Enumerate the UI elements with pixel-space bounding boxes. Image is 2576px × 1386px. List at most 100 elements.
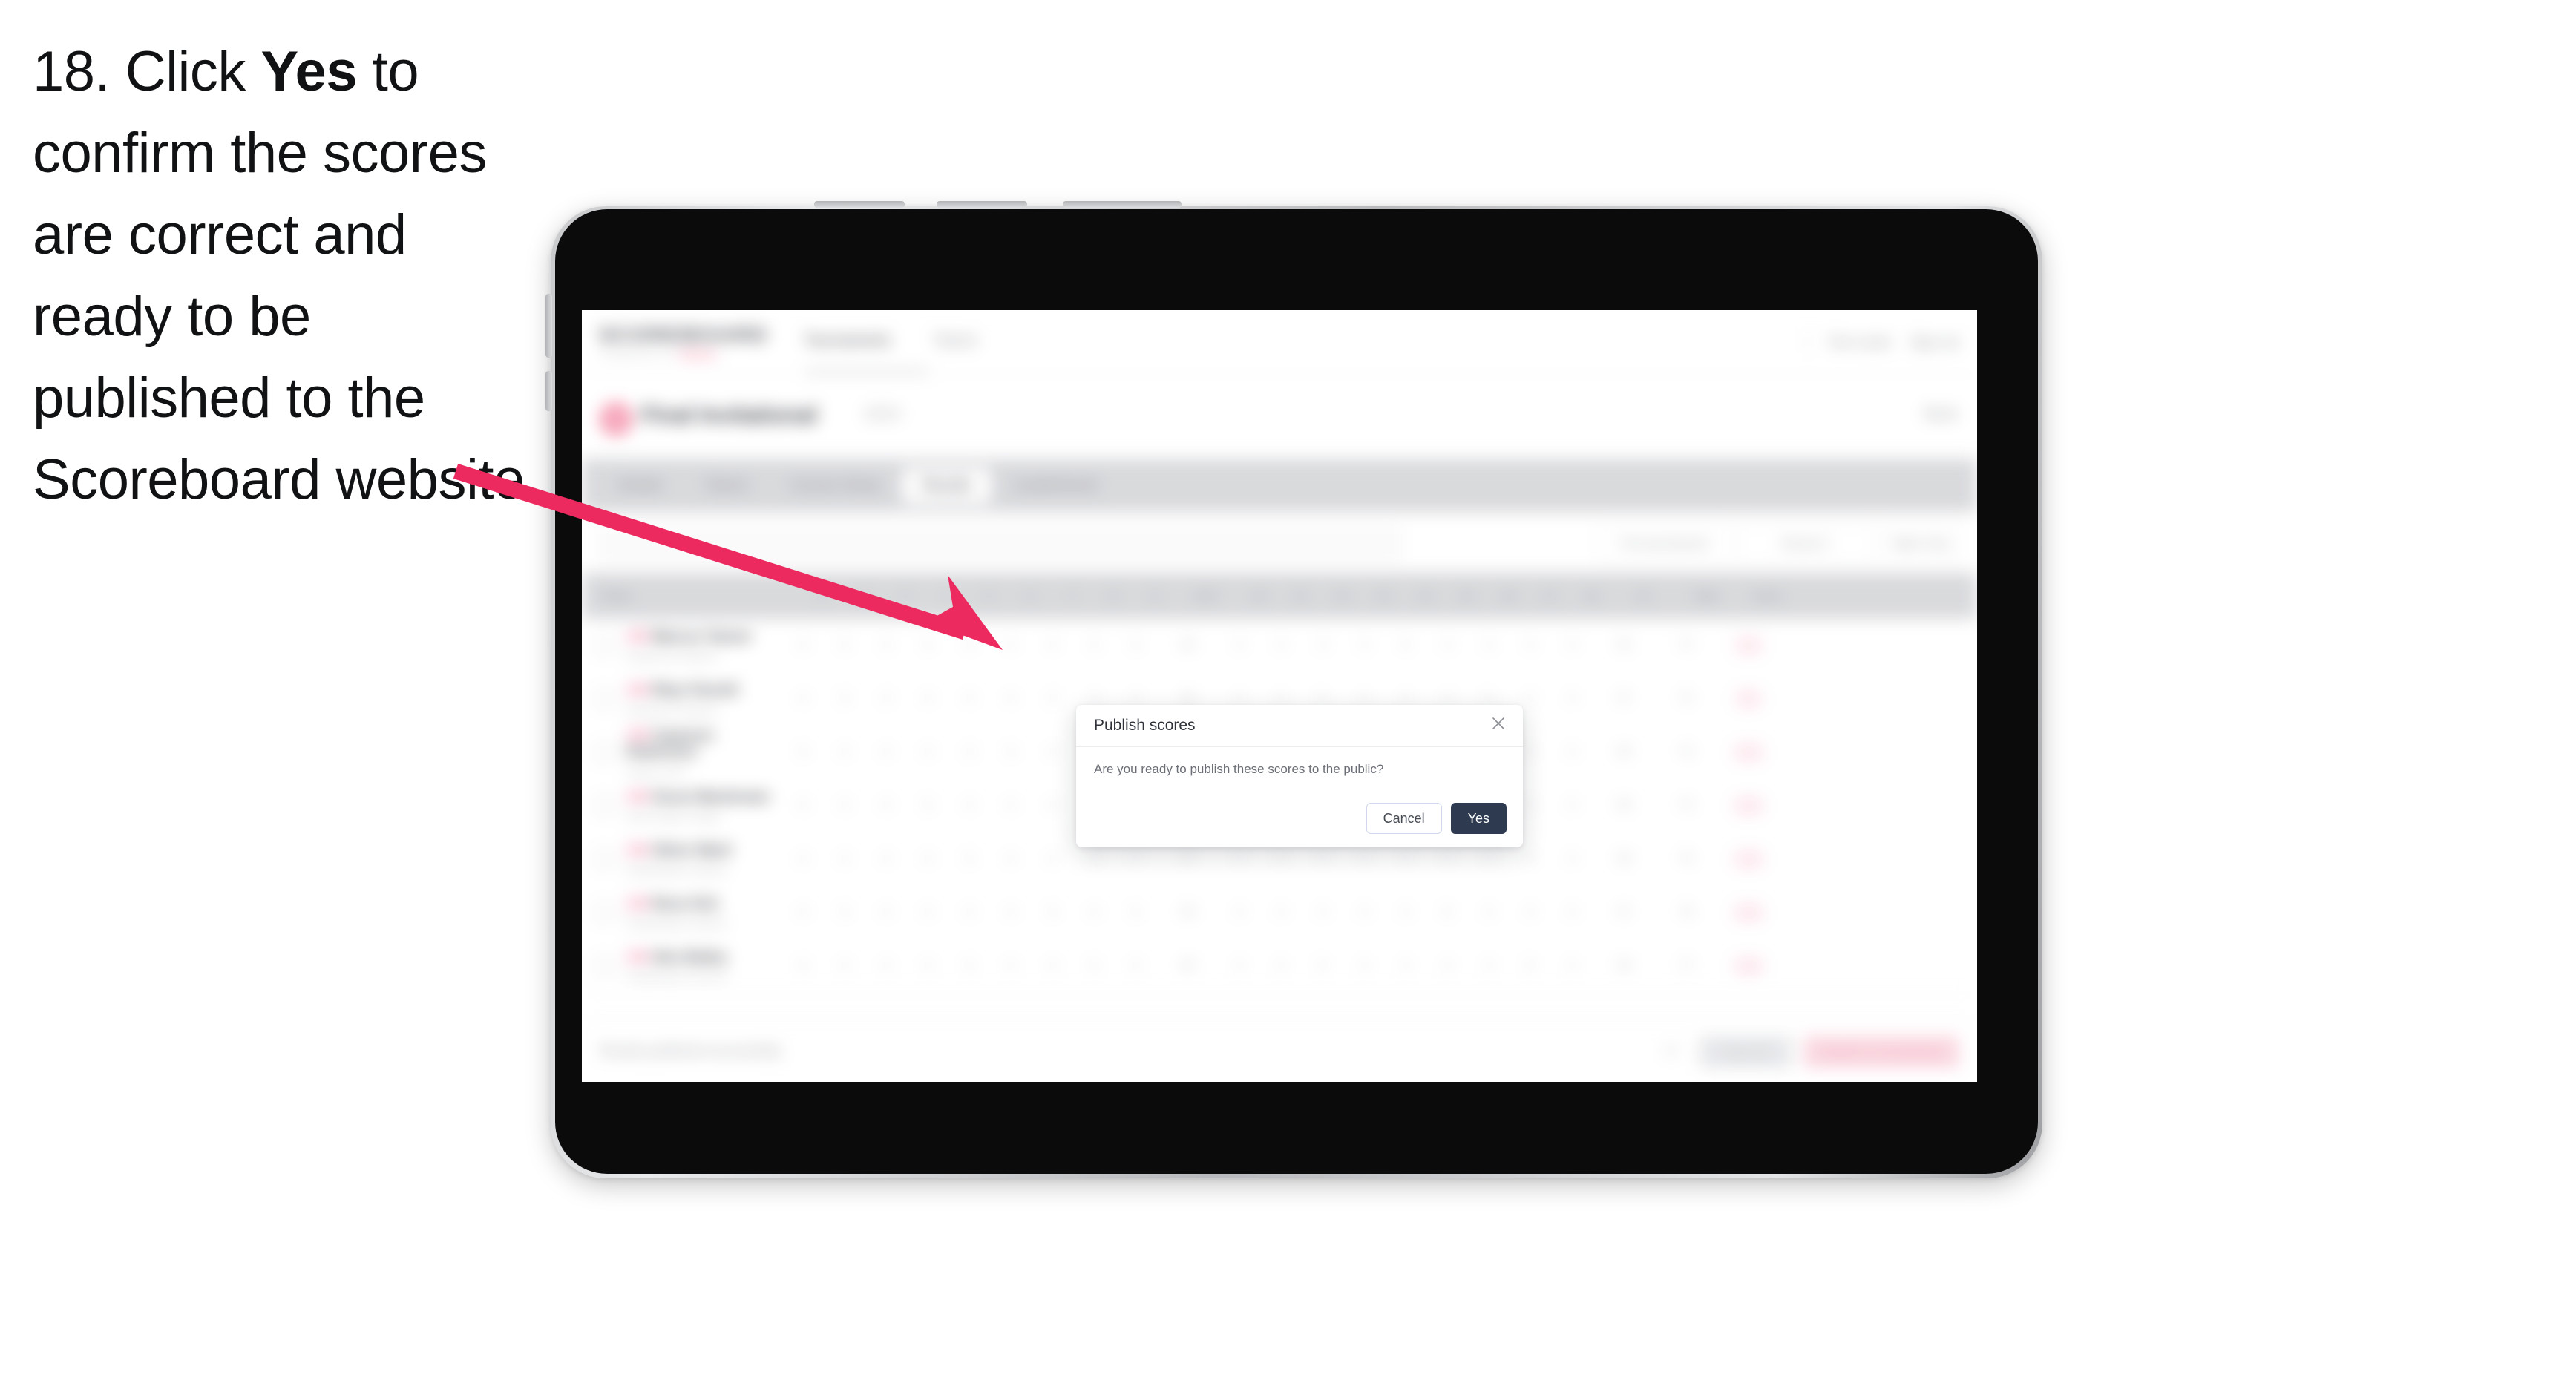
row-checkbox[interactable] bbox=[582, 903, 626, 922]
row-cell[interactable]: 4 bbox=[1343, 853, 1385, 866]
nav-item-tournaments[interactable]: Tournaments bbox=[804, 332, 891, 349]
row-cell[interactable]: 4 bbox=[1468, 959, 1510, 973]
row-cell[interactable]: 4 bbox=[1385, 906, 1426, 919]
sign-out-link[interactable]: Sign out bbox=[1910, 335, 1959, 350]
row-cell[interactable]: 4 bbox=[1551, 746, 1593, 759]
row-cell[interactable]: 4 bbox=[782, 853, 824, 866]
row-cell[interactable]: 5 bbox=[782, 959, 824, 973]
table-row[interactable]: AM Alex Bailey Kingsbridge Academy 54445… bbox=[582, 939, 1977, 993]
row-cell[interactable]: 5 bbox=[948, 959, 990, 973]
row-cell[interactable]: 4 bbox=[1385, 959, 1426, 973]
row-cell[interactable]: 4 bbox=[948, 639, 990, 652]
tab-teams[interactable]: Teams bbox=[685, 468, 767, 503]
row-cell[interactable]: 4 bbox=[824, 959, 865, 973]
row-cell[interactable]: 4 bbox=[1551, 639, 1593, 652]
row-cell[interactable]: 4 bbox=[1426, 639, 1468, 652]
row-cell[interactable]: 5 bbox=[907, 799, 948, 812]
row-cell[interactable]: 4 bbox=[990, 959, 1032, 973]
row-cell[interactable]: 4 bbox=[1032, 799, 1073, 812]
row-cell[interactable]: 4 bbox=[1343, 692, 1385, 706]
row-cell[interactable]: 4 bbox=[1260, 906, 1302, 919]
row-cell[interactable]: 4 bbox=[865, 746, 907, 759]
row-cell[interactable]: 3 bbox=[1073, 639, 1115, 652]
row-checkbox[interactable] bbox=[582, 796, 626, 815]
row-cell[interactable]: 4 bbox=[907, 692, 948, 706]
row-cell[interactable]: 4 bbox=[1302, 639, 1343, 652]
row-cell[interactable]: 4 bbox=[907, 746, 948, 759]
row-cell[interactable]: 4 bbox=[1468, 853, 1510, 866]
row-cell[interactable]: 5 bbox=[990, 746, 1032, 759]
row-cell[interactable]: 3 bbox=[1426, 692, 1468, 706]
row-cell[interactable]: 4 bbox=[1551, 692, 1593, 706]
confirm-yes-button[interactable]: Yes bbox=[1450, 803, 1507, 834]
row-checkbox[interactable] bbox=[582, 850, 626, 869]
search-input[interactable] bbox=[598, 527, 1401, 561]
tab-details[interactable]: Details bbox=[598, 468, 682, 503]
row-cell[interactable]: 4 bbox=[824, 799, 865, 812]
row-cell[interactable]: 5 bbox=[907, 639, 948, 652]
row-cell[interactable]: 5 bbox=[1385, 639, 1426, 652]
account-name[interactable]: Tom Lewis bbox=[1828, 335, 1891, 350]
cancel-button[interactable]: Cancel bbox=[1366, 803, 1442, 834]
row-cell[interactable]: 4 bbox=[1219, 853, 1260, 866]
row-cell[interactable]: 4 bbox=[1032, 639, 1073, 652]
row-cell[interactable]: 5 bbox=[1260, 853, 1302, 866]
row-cell[interactable]: 5 bbox=[1426, 906, 1468, 919]
publish-to-scoreboard-button[interactable]: Publish to Scoreboard bbox=[1803, 1036, 1959, 1068]
row-cell[interactable]: 4 bbox=[1551, 959, 1593, 973]
row-cell[interactable]: 4 bbox=[865, 853, 907, 866]
row-cell[interactable]: 4 bbox=[1551, 906, 1593, 919]
row-cell[interactable]: 4 bbox=[990, 692, 1032, 706]
row-checkbox[interactable] bbox=[582, 743, 626, 762]
row-cell[interactable]: 4 bbox=[824, 639, 865, 652]
row-cell[interactable]: 5 bbox=[1032, 906, 1073, 919]
row-cell[interactable]: 4 bbox=[1219, 692, 1260, 706]
table-row[interactable]: AM Marcus Tanner Eastwood Academy 443544… bbox=[582, 619, 1977, 673]
row-cell[interactable]: 4 bbox=[1260, 639, 1302, 652]
row-cell[interactable]: 5 bbox=[948, 853, 990, 866]
row-cell[interactable]: 4 bbox=[1032, 746, 1073, 759]
row-cell[interactable]: 3 bbox=[1343, 639, 1385, 652]
row-cell[interactable]: 4 bbox=[1115, 692, 1156, 706]
row-cell[interactable]: 5 bbox=[824, 906, 865, 919]
row-checkbox[interactable] bbox=[582, 636, 626, 655]
row-cell[interactable]: 4 bbox=[865, 959, 907, 973]
row-cell[interactable]: 4 bbox=[1468, 639, 1510, 652]
row-cell[interactable]: 4 bbox=[1426, 853, 1468, 866]
row-cell[interactable]: 4 bbox=[824, 746, 865, 759]
row-cell[interactable]: 4 bbox=[990, 906, 1032, 919]
tab-leaderboard[interactable]: Leaderboard bbox=[994, 468, 1116, 503]
row-cell[interactable]: 4 bbox=[782, 799, 824, 812]
row-cell[interactable]: 4 bbox=[990, 799, 1032, 812]
row-cell[interactable]: 4 bbox=[948, 906, 990, 919]
row-cell[interactable]: 4 bbox=[1343, 906, 1385, 919]
row-cell[interactable]: 5 bbox=[1302, 692, 1343, 706]
filter-stage-select[interactable]: Pre-tournament bbox=[1597, 527, 1732, 561]
row-cell[interactable]: 5 bbox=[1302, 959, 1343, 973]
row-cell[interactable]: 4 bbox=[865, 799, 907, 812]
row-cell[interactable]: 4 bbox=[1302, 906, 1343, 919]
row-cell[interactable]: 3 bbox=[865, 639, 907, 652]
row-cell[interactable]: 3 bbox=[865, 692, 907, 706]
row-cell[interactable]: 4 bbox=[1073, 853, 1115, 866]
row-cell[interactable]: 5 bbox=[824, 692, 865, 706]
back-link[interactable]: Back bbox=[1925, 406, 1958, 423]
row-cell[interactable]: 4 bbox=[948, 799, 990, 812]
row-checkbox[interactable] bbox=[582, 689, 626, 709]
row-cell[interactable]: 4 bbox=[782, 692, 824, 706]
row-cell[interactable]: 4 bbox=[782, 639, 824, 652]
filter-view-toggle[interactable]: Table Only bbox=[1879, 527, 1961, 561]
row-cell[interactable]: 5 bbox=[1115, 639, 1156, 652]
row-cell[interactable]: 4 bbox=[990, 639, 1032, 652]
tab-results[interactable]: Results bbox=[902, 467, 992, 503]
row-cell[interactable]: 4 bbox=[1032, 959, 1073, 973]
row-cell[interactable]: 4 bbox=[1032, 853, 1073, 866]
row-cell[interactable]: 4 bbox=[1385, 692, 1426, 706]
row-cell[interactable]: 5 bbox=[1510, 959, 1551, 973]
row-cell[interactable]: 4 bbox=[1468, 906, 1510, 919]
row-cell[interactable]: 4 bbox=[1073, 906, 1115, 919]
row-cell[interactable]: 4 bbox=[1219, 639, 1260, 652]
row-cell[interactable]: 4 bbox=[1219, 959, 1260, 973]
row-cell[interactable]: 4 bbox=[824, 853, 865, 866]
row-cell[interactable]: 3 bbox=[1032, 692, 1073, 706]
